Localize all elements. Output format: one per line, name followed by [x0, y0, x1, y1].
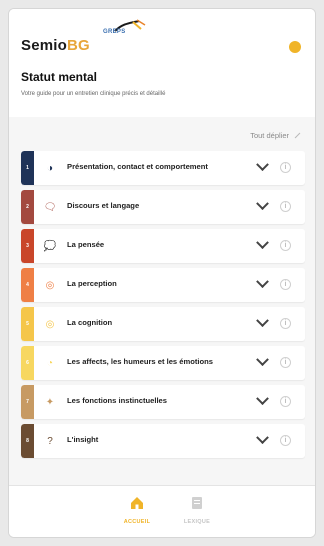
instinct-icon: ✦: [45, 396, 55, 408]
section-number-badge: 8: [21, 424, 34, 458]
speech-bubble-icon: 🗨: [43, 201, 57, 213]
info-circle-icon[interactable]: i: [280, 240, 291, 251]
brand-small-text: GREPS: [103, 29, 126, 35]
section-label: La perception: [67, 279, 117, 288]
info-circle-icon[interactable]: i: [280, 396, 291, 407]
section-item[interactable]: 2 🗨 Discours et langage i: [21, 190, 305, 224]
app-logo[interactable]: SemioBG: [21, 37, 90, 54]
section-item[interactable]: 7 ✦ Les fonctions instinctuelles i: [21, 385, 305, 419]
section-label: La cognition: [67, 318, 113, 327]
section-list: 1 ◑ Présentation, contact et comportement i…: [21, 151, 305, 463]
chevron-down-icon[interactable]: [256, 236, 269, 250]
page-subtitle: Votre guide pour un entretien clinique p…: [21, 91, 166, 97]
expand-icon: [293, 132, 301, 140]
content-area: Tout déplier 1 ◑ Présentation, contact et …: [9, 117, 315, 487]
book-icon: [192, 497, 202, 509]
page-title: Statut mental: [21, 70, 98, 84]
brain-icon: ◎: [45, 318, 55, 330]
info-circle-icon[interactable]: i: [280, 357, 291, 368]
chevron-down-icon[interactable]: [256, 197, 269, 211]
chevron-down-icon[interactable]: [256, 392, 269, 406]
section-label: Présentation, contact et comportement: [67, 162, 208, 171]
section-number-badge: 5: [21, 307, 34, 341]
section-number-badge: 4: [21, 268, 34, 302]
info-circle-icon[interactable]: i: [280, 279, 291, 290]
section-label: Les affects, les humeurs et les émotions: [67, 357, 214, 366]
section-label: La pensée: [67, 240, 105, 249]
bottom-tab-bar: ACCUEIL LEXIQUE: [9, 485, 315, 537]
expand-all-button[interactable]: Tout déplier: [250, 131, 301, 140]
section-item[interactable]: 3 💭 La pensée i: [21, 229, 305, 263]
info-icon[interactable]: [289, 41, 301, 53]
section-label: L'insight: [67, 435, 99, 444]
section-item[interactable]: 4 ◎ La perception i: [21, 268, 305, 302]
section-item[interactable]: 1 ◑ Présentation, contact et comportement i: [21, 151, 305, 185]
info-circle-icon[interactable]: i: [280, 201, 291, 212]
tab-lexique-label: LEXIQUE: [183, 519, 211, 525]
section-item[interactable]: 6 ◔ Les affects, les humeurs et les émotio…: [21, 346, 305, 380]
section-label: Discours et langage: [67, 201, 140, 210]
info-circle-icon[interactable]: i: [280, 162, 291, 173]
app-name-prefix: Semio: [21, 37, 68, 54]
expand-all-label: Tout déplier: [250, 131, 289, 140]
info-circle-icon[interactable]: i: [280, 318, 291, 329]
tab-accueil[interactable]: ACCUEIL: [107, 496, 167, 525]
tab-lexique[interactable]: LEXIQUE: [167, 496, 227, 525]
chevron-down-icon[interactable]: [256, 431, 269, 445]
home-icon: [131, 497, 143, 509]
info-circle-icon[interactable]: i: [280, 435, 291, 446]
chevron-down-icon[interactable]: [256, 158, 269, 172]
insight-icon: ?: [47, 435, 53, 447]
face-icon: ◑: [46, 162, 54, 174]
section-number-badge: 2: [21, 190, 34, 224]
tab-accueil-label: ACCUEIL: [123, 519, 151, 525]
perception-icon: ◎: [45, 279, 55, 291]
logo-row: SemioBG GREPS: [21, 19, 305, 55]
section-item[interactable]: 8? L'insight i: [21, 424, 305, 458]
emotion-icon: ◔: [46, 357, 54, 369]
section-number-badge: 3: [21, 229, 34, 263]
app-name-suffix: BG: [67, 37, 90, 54]
section-number-badge: 6: [21, 346, 34, 380]
header: SemioBG GREPS Statut mental Votre guide …: [9, 9, 315, 117]
section-number-badge: 7: [21, 385, 34, 419]
chevron-down-icon[interactable]: [256, 314, 269, 328]
chevron-down-icon[interactable]: [256, 275, 269, 289]
section-number-badge: 1: [21, 151, 34, 185]
thought-bubble-icon: 💭: [43, 240, 57, 252]
section-label: Les fonctions instinctuelles: [67, 396, 168, 405]
app-screen: SemioBG GREPS Statut mental Votre guide …: [8, 8, 316, 538]
section-item[interactable]: 5 ◎ La cognition i: [21, 307, 305, 341]
chevron-down-icon[interactable]: [256, 353, 269, 367]
